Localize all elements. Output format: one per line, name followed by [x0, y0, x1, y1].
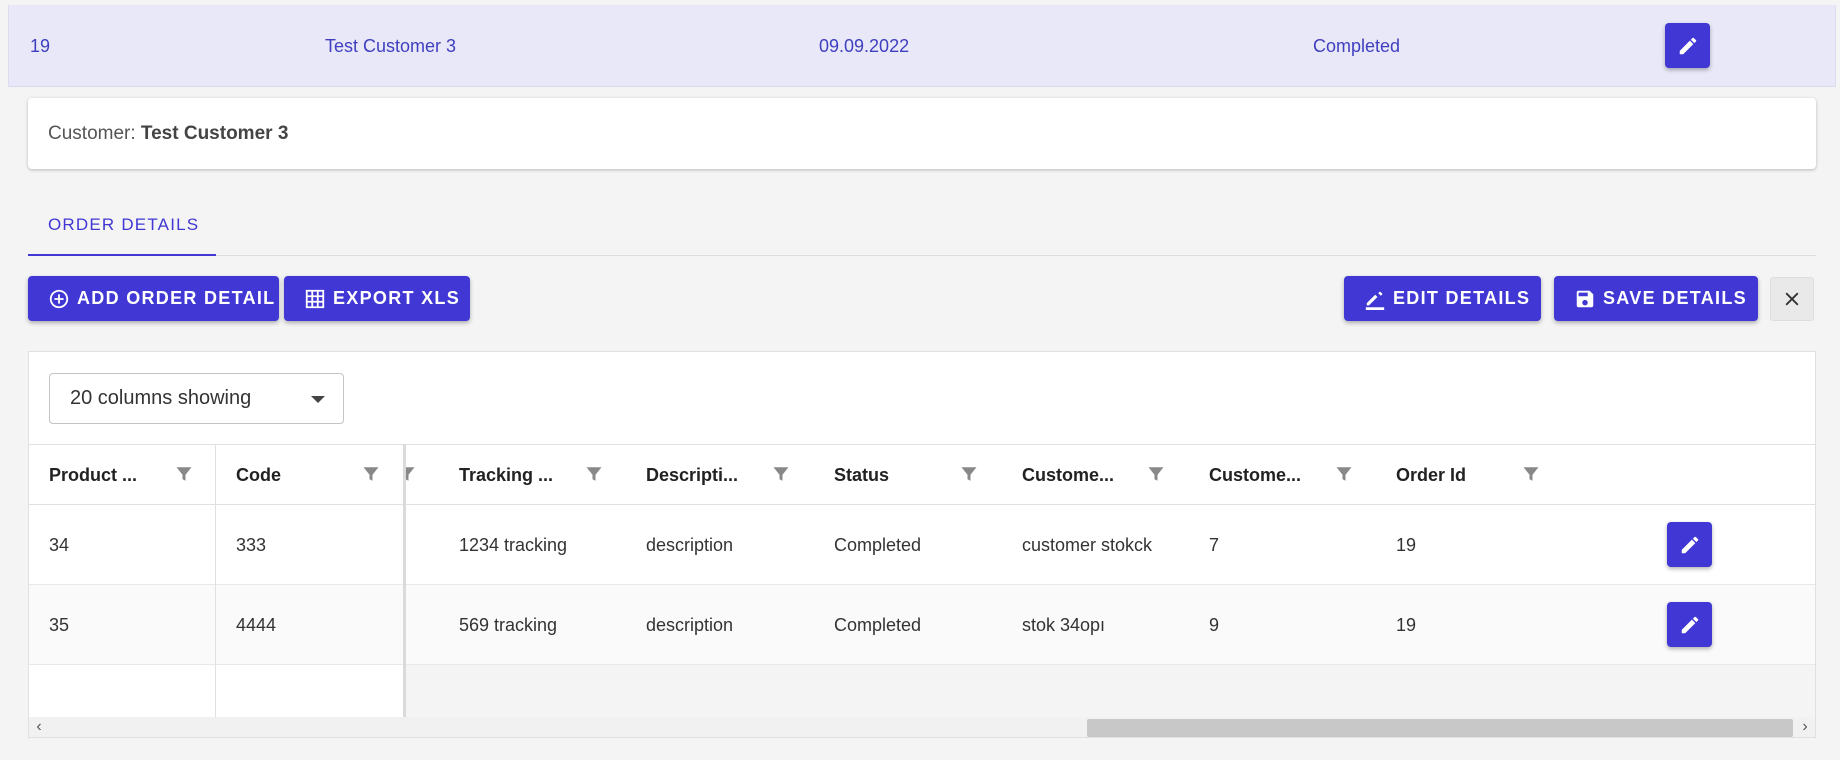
order-id-cell: 19: [30, 36, 51, 56]
customer-label: Customer:: [48, 123, 141, 144]
cell-customer-1: customer stokck: [1022, 535, 1153, 555]
filter-icon[interactable]: [585, 465, 603, 483]
export-xls-button[interactable]: EXPORT XLS: [284, 276, 470, 321]
frozen-columns-divider: [403, 444, 406, 720]
cell-description: description: [646, 615, 734, 635]
filter-icon[interactable]: [772, 465, 790, 483]
edit-pen-icon: [1365, 291, 1385, 310]
filter-icon[interactable]: [1147, 465, 1165, 483]
filter-icon[interactable]: [405, 465, 416, 483]
edit-details-button[interactable]: EDIT DETAILS: [1344, 276, 1541, 321]
close-button[interactable]: [1770, 277, 1814, 321]
order-customer-cell: Test Customer 3: [325, 36, 457, 56]
edit-order-button[interactable]: [1665, 23, 1710, 68]
detail-tabs: ORDER DETAILS: [28, 200, 1816, 256]
close-icon: [1785, 292, 1799, 306]
cell-order-id: 19: [1396, 535, 1417, 555]
cell-customer-2: 9: [1209, 615, 1220, 635]
scrollbar-thumb[interactable]: [1087, 719, 1793, 737]
table-row[interactable]: 35 4444 569 tracking description Complet…: [29, 585, 1815, 665]
filter-icon[interactable]: [175, 465, 193, 483]
filter-icon[interactable]: [1522, 465, 1540, 483]
col-header-order-id[interactable]: Order Id: [1396, 445, 1466, 505]
dropdown-caret-icon: [311, 396, 325, 403]
column-divider: [215, 444, 216, 720]
cell-order-id: 19: [1396, 615, 1417, 635]
order-status-cell: Completed: [1313, 36, 1401, 56]
pencil-icon: [1679, 37, 1696, 54]
col-header-status[interactable]: Status: [834, 445, 889, 505]
cell-customer-1: stok 34opı: [1022, 615, 1106, 635]
save-details-label: SAVE DETAILS: [1603, 288, 1747, 308]
col-header-tracking[interactable]: Tracking ...: [459, 445, 553, 505]
cell-status: Completed: [834, 615, 922, 635]
add-circle-icon: [49, 289, 69, 308]
cell-customer-2: 7: [1209, 535, 1220, 555]
col-header-product[interactable]: Product ...: [49, 445, 137, 505]
chevron-right-icon[interactable]: ›: [1795, 717, 1815, 737]
cell-description: description: [646, 535, 734, 555]
order-date-cell: 09.09.2022: [819, 36, 910, 56]
tab-order-details[interactable]: ORDER DETAILS: [28, 200, 216, 256]
cell-status: Completed: [834, 535, 922, 555]
col-header-description[interactable]: Descripti...: [646, 445, 738, 505]
col-header-customer-2[interactable]: Custome...: [1209, 445, 1301, 505]
chevron-left-icon[interactable]: ‹: [29, 717, 49, 737]
col-header-customer-1[interactable]: Custome...: [1022, 445, 1114, 505]
cell-product: 34: [49, 535, 70, 555]
edit-row-button[interactable]: [1667, 522, 1712, 567]
cell-tracking: 1234 tracking: [459, 535, 568, 555]
customer-info-card: Customer: Test Customer 3: [28, 98, 1816, 169]
grid-header-row: Product ... Code Tracking ... Descripti.…: [29, 444, 1815, 505]
cell-tracking: 569 tracking: [459, 615, 558, 635]
cell-code: 333: [236, 535, 267, 555]
export-xls-label: EXPORT XLS: [333, 288, 461, 308]
columns-visibility-select[interactable]: 20 columns showing: [49, 373, 344, 424]
pencil-icon: [1681, 536, 1698, 553]
grid-empty-area: [406, 665, 1815, 720]
grid-table-icon: [305, 289, 325, 308]
save-floppy-icon: [1576, 290, 1594, 307]
table-row[interactable]: 34 333 1234 tracking description Complet…: [29, 505, 1815, 585]
col-header-code[interactable]: Code: [236, 445, 281, 505]
cell-product: 35: [49, 615, 70, 635]
edit-row-button[interactable]: [1667, 602, 1712, 647]
columns-visibility-value: 20 columns showing: [70, 387, 252, 409]
add-order-detail-button[interactable]: ADD ORDER DETAIL: [28, 276, 279, 321]
filter-icon[interactable]: [1335, 465, 1353, 483]
edit-details-label: EDIT DETAILS: [1393, 288, 1531, 308]
cell-code: 4444: [236, 615, 277, 635]
order-details-grid: 20 columns showing Product ... Code Trac…: [28, 351, 1816, 738]
customer-name: Test Customer 3: [140, 123, 289, 144]
horizontal-scrollbar[interactable]: ‹ ›: [29, 717, 1815, 737]
add-order-detail-label: ADD ORDER DETAIL: [77, 288, 276, 308]
pencil-icon: [1681, 616, 1698, 633]
filter-icon[interactable]: [960, 465, 978, 483]
customer-info-line: Customer: Test Customer 3: [48, 98, 288, 169]
save-details-button[interactable]: SAVE DETAILS: [1554, 276, 1758, 321]
master-order-row[interactable]: 19 Test Customer 3 09.09.2022 Completed: [8, 5, 1836, 87]
filter-icon[interactable]: [362, 465, 380, 483]
